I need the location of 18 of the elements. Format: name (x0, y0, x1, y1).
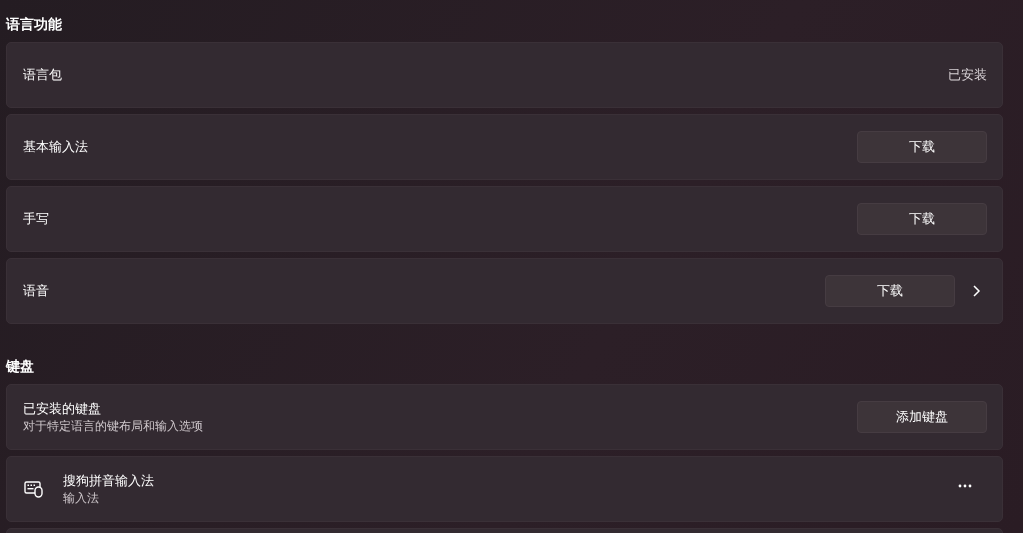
action-button[interactable]: 下载 (857, 131, 987, 163)
action-button[interactable]: 下载 (825, 275, 955, 307)
setting-label: 语言包 (23, 66, 62, 85)
section-heading: 键盘 (6, 357, 35, 376)
more-icon (957, 483, 973, 489)
setting-label: 基本输入法 (23, 138, 88, 157)
section-heading: 语言功能 (6, 15, 63, 34)
setting-label: 手写 (23, 210, 49, 229)
chevron-right-icon (971, 284, 983, 298)
status-text: 已安装 (948, 66, 987, 85)
setting-description: 对于特定语言的键布局和输入选项 (23, 418, 203, 436)
setting-label: 搜狗拼音输入法 (63, 471, 154, 490)
setting-description: 输入法 (63, 490, 100, 508)
setting-label: 语音 (23, 282, 49, 301)
action-button[interactable]: 添加键盘 (857, 401, 987, 433)
keyboard-icon (23, 478, 45, 500)
setting-label: 已安装的键盘 (23, 399, 102, 418)
action-button[interactable]: 下载 (857, 203, 987, 235)
